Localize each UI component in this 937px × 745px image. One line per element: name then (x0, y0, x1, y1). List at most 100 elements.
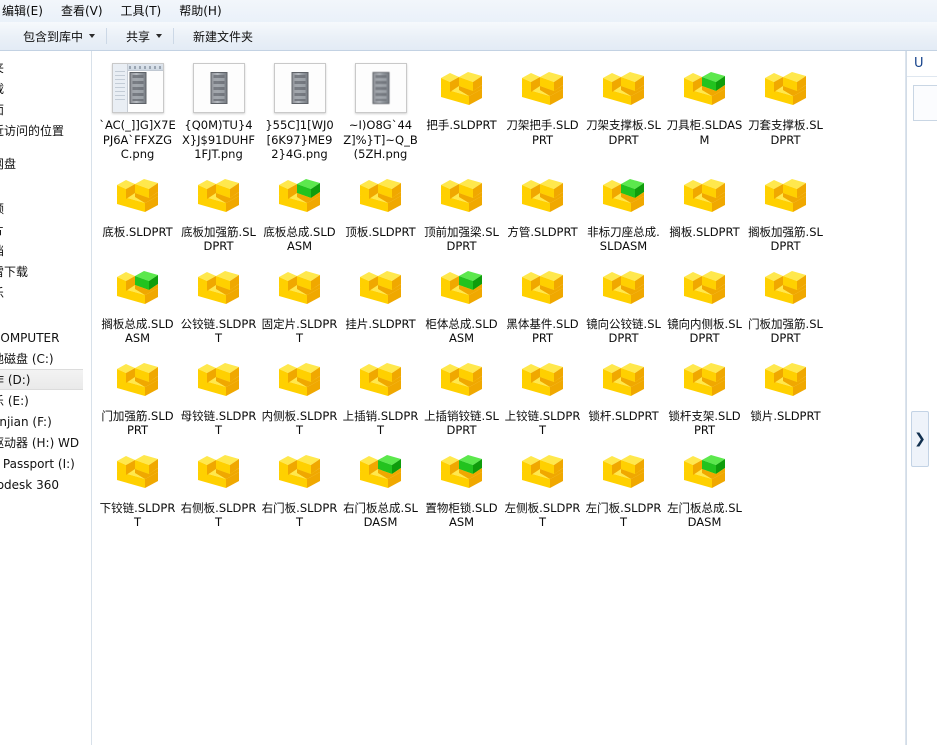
sidebar-item-10[interactable]: 档 (0, 240, 91, 261)
file-tile[interactable]: 内侧板.SLDPRT (259, 348, 340, 440)
menu-item-tools[interactable]: 工具(T) (112, 1, 171, 21)
toolbar-share-label: 共享 (126, 29, 151, 44)
toolbar-new-folder-button[interactable]: 新建文件夹 (184, 24, 262, 49)
file-tile[interactable]: 置物柜锁.SLDASM (421, 440, 502, 532)
file-tile[interactable]: 把手.SLDPRT (421, 57, 502, 164)
solidworks-part-icon (515, 444, 571, 498)
file-name-label: 公铰链.SLDPRT (180, 316, 257, 346)
sidebar-item-8[interactable]: 频 (0, 198, 91, 219)
sidebar-item-22[interactable]: todesk 360 (0, 474, 91, 495)
sidebar-item-9[interactable]: 片 (0, 219, 91, 240)
file-tile[interactable]: 刀套支撑板.SLDPRT (745, 57, 826, 164)
file-tile[interactable]: 刀架把手.SLDPRT (502, 57, 583, 164)
file-tile[interactable]: 底板加强筋.SLDPRT (178, 164, 259, 256)
sidebar-item-label: todesk 360 (0, 477, 59, 492)
file-name-label: 底板总成.SLDASM (263, 224, 336, 254)
image-file-icon (272, 61, 328, 115)
sidebar-item-2[interactable]: 面 (0, 99, 91, 120)
file-tile[interactable]: 上插销铰链.SLDPRT (421, 348, 502, 440)
file-tile[interactable]: 上铰链.SLDPRT (502, 348, 583, 440)
file-list-pane[interactable]: `AC(_]]G]X7EPJ6A`FFXZGC.png {Q0M)TU}4X}J$… (93, 51, 905, 745)
file-tile[interactable]: ~I)O8G`44Z]%}T]~Q_B(5ZH.png (340, 57, 421, 164)
file-tile[interactable]: 左门板总成.SLDASM (664, 440, 745, 532)
expand-pane-button[interactable]: ❯ (911, 411, 929, 467)
file-name-label: 黑体基件.SLDPRT (506, 316, 579, 346)
sidebar-item-21[interactable]: y Passport (I:) (0, 453, 91, 474)
file-tile[interactable]: 右门板总成.SLDASM (340, 440, 421, 532)
file-tile[interactable]: 底板总成.SLDASM (259, 164, 340, 256)
file-name-label: }55C]1[WJ0[6K97}ME92}4G.png (265, 118, 334, 161)
file-tile[interactable]: `AC(_]]G]X7EPJ6A`FFXZGC.png (97, 57, 178, 164)
menu-item-edit[interactable]: 编辑(E) (0, 1, 52, 21)
file-tile[interactable]: 锁杆.SLDPRT (583, 348, 664, 440)
file-tile[interactable]: 固定片.SLDPRT (259, 256, 340, 348)
sidebar-item-17[interactable]: 作 (D:) (0, 369, 83, 390)
file-name-label: 非标刀座总成.SLDASM (587, 224, 660, 254)
png-thumbnail-preview (192, 63, 245, 113)
sidebar-item-15[interactable]: COMPUTER (0, 327, 91, 348)
file-tile[interactable]: 镜向公铰链.SLDPRT (583, 256, 664, 348)
toolbar-share-button[interactable]: 共享 (117, 24, 171, 49)
sidebar-item-12[interactable]: 乐 (0, 282, 91, 303)
file-tile[interactable]: 右门板.SLDPRT (259, 440, 340, 532)
file-tile[interactable]: 门加强筋.SLDPRT (97, 348, 178, 440)
solidworks-part-icon (677, 352, 733, 406)
file-name-label: `AC(_]]G]X7EPJ6A`FFXZGC.png (99, 118, 176, 161)
file-tile[interactable]: 顶板.SLDPRT (340, 164, 421, 256)
file-name-label: 搁板总成.SLDASM (101, 316, 174, 346)
toolbar-include-in-library-button[interactable]: 包含到库中 (14, 24, 104, 49)
file-tile[interactable]: 锁杆支架.SLDPRT (664, 348, 745, 440)
sidebar-item-20[interactable]: 驱动器 (H:) WD (0, 432, 91, 453)
sidebar-item-label: 夹 (0, 59, 4, 76)
navigation-pane[interactable]: 夹载面近访问的位置网盘频片档雷下载乐 COMPUTER 地磁盘 (C:) 作 (D:)… (0, 51, 92, 745)
sidebar-item-5[interactable]: 网盘 (0, 153, 91, 174)
file-tile[interactable]: 左门板.SLDPRT (583, 440, 664, 532)
explorer-window: 编辑(E) 查看(V) 工具(T) 帮助(H) 包含到库中 共享 新建文件夹 夹… (0, 0, 937, 745)
solidworks-assembly-icon (272, 168, 328, 222)
sidebar-item-16[interactable]: 地磁盘 (C:) (0, 348, 91, 369)
file-name-label: 柜体总成.SLDASM (425, 316, 498, 346)
file-tile[interactable]: 方管.SLDPRT (502, 164, 583, 256)
menu-item-view[interactable]: 查看(V) (52, 1, 112, 21)
file-name-label: 锁杆支架.SLDPRT (668, 408, 741, 438)
solidworks-assembly-icon (434, 260, 490, 314)
sidebar-item-1[interactable]: 载 (0, 78, 91, 99)
file-tile[interactable]: 柜体总成.SLDASM (421, 256, 502, 348)
menu-item-help[interactable]: 帮助(H) (170, 1, 230, 21)
file-tile[interactable]: 搁板加强筋.SLDPRT (745, 164, 826, 256)
file-tile[interactable]: 锁片.SLDPRT (745, 348, 826, 440)
file-tile[interactable]: 下铰链.SLDPRT (97, 440, 178, 532)
file-tile[interactable]: 左侧板.SLDPRT (502, 440, 583, 532)
solidworks-assembly-icon (110, 260, 166, 314)
sidebar-item-3[interactable]: 近访问的位置 (0, 120, 91, 141)
solidworks-part-icon (515, 61, 571, 115)
file-name-label: 底板加强筋.SLDPRT (181, 224, 256, 254)
file-tile[interactable]: 搁板总成.SLDASM (97, 256, 178, 348)
sidebar-item-18[interactable]: 乐 (E:) (0, 390, 91, 411)
sidebar-item-11[interactable]: 雷下载 (0, 261, 91, 282)
solidworks-part-icon (191, 352, 247, 406)
file-tile[interactable]: 刀具柜.SLDASM (664, 57, 745, 164)
file-tile[interactable]: 挂片.SLDPRT (340, 256, 421, 348)
file-tile[interactable]: 顶前加强梁.SLDPRT (421, 164, 502, 256)
file-tile[interactable]: 门板加强筋.SLDPRT (745, 256, 826, 348)
details-pane-preview (913, 85, 937, 121)
sidebar-item-19[interactable]: anjian (F:) (0, 411, 91, 432)
file-tile[interactable]: 上插销.SLDPRT (340, 348, 421, 440)
file-tile[interactable]: 搁板.SLDPRT (664, 164, 745, 256)
file-tile[interactable]: 母铰链.SLDPRT (178, 348, 259, 440)
file-tile[interactable]: 非标刀座总成.SLDASM (583, 164, 664, 256)
file-tile[interactable]: 黑体基件.SLDPRT (502, 256, 583, 348)
file-tile[interactable]: {Q0M)TU}4X}J$91DUHF1FJT.png (178, 57, 259, 164)
png-thumbnail-preview (273, 63, 326, 113)
file-name-label: 锁杆.SLDPRT (588, 408, 659, 423)
chevron-down-icon (156, 34, 163, 38)
file-name-label: 镜向公铰链.SLDPRT (586, 316, 661, 346)
file-tile[interactable]: 镜向内侧板.SLDPRT (664, 256, 745, 348)
sidebar-item-0[interactable]: 夹 (0, 57, 91, 78)
file-tile[interactable]: }55C]1[WJ0[6K97}ME92}4G.png (259, 57, 340, 164)
file-tile[interactable]: 底板.SLDPRT (97, 164, 178, 256)
file-tile[interactable]: 刀架支撑板.SLDPRT (583, 57, 664, 164)
file-tile[interactable]: 右侧板.SLDPRT (178, 440, 259, 532)
file-tile[interactable]: 公铰链.SLDPRT (178, 256, 259, 348)
